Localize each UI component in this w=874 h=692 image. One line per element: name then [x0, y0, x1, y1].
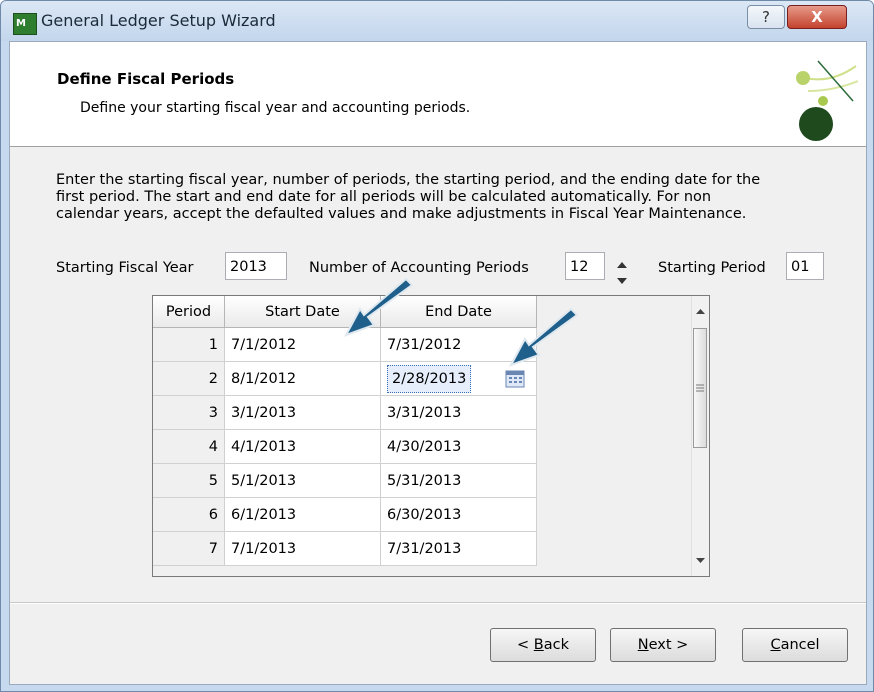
num-periods-input[interactable]: 12: [565, 252, 605, 280]
back-button[interactable]: < Back: [490, 628, 596, 662]
help-button[interactable]: ?: [747, 5, 785, 29]
period-cell: 6: [153, 498, 225, 532]
title-bar: M General Ledger Setup Wizard ? X: [1, 1, 873, 41]
wizard-body: Define Fiscal Periods Define your starti…: [9, 41, 867, 685]
start-date-cell: 4/1/2013: [225, 430, 381, 464]
end-date-cell[interactable]: 5/31/2013: [381, 464, 537, 498]
periods-grid: Period Start Date End Date 1 7/1/2012 7/…: [152, 295, 710, 577]
scrollbar-thumb[interactable]: [693, 328, 707, 448]
period-cell: 4: [153, 430, 225, 464]
next-button[interactable]: Next >: [610, 628, 716, 662]
end-date-cell-editing[interactable]: 2/28/2013: [381, 362, 537, 396]
start-date-cell: 8/1/2012: [225, 362, 381, 396]
start-date-cell: 6/1/2013: [225, 498, 381, 532]
cancel-button[interactable]: Cancel: [742, 628, 848, 662]
instructions-text: Enter the starting fiscal year, number o…: [56, 172, 846, 223]
annotation-arrow-icon: [343, 277, 414, 337]
close-button[interactable]: X: [787, 5, 847, 29]
annotation-arrow-icon: [508, 307, 579, 367]
instructions-line: Enter the starting fiscal year, number o…: [56, 172, 761, 188]
scroll-down-icon[interactable]: [692, 552, 709, 568]
period-cell: 1: [153, 328, 225, 362]
end-date-cell[interactable]: 4/30/2013: [381, 430, 537, 464]
page-subtitle: Define your starting fiscal year and acc…: [80, 100, 471, 116]
start-date-cell: 7/1/2013: [225, 532, 381, 566]
end-date-cell[interactable]: 6/30/2013: [381, 498, 537, 532]
grip-icon: [696, 384, 704, 392]
end-date-cell[interactable]: 3/31/2013: [381, 396, 537, 430]
column-header-period[interactable]: Period: [153, 296, 225, 328]
fiscal-year-label: Starting Fiscal Year: [56, 260, 194, 276]
start-date-cell: 5/1/2013: [225, 464, 381, 498]
calendar-icon[interactable]: [505, 370, 525, 388]
period-cell: 7: [153, 532, 225, 566]
page-title: Define Fiscal Periods: [57, 70, 235, 88]
num-periods-label: Number of Accounting Periods: [309, 260, 529, 276]
fiscal-year-input[interactable]: 2013: [225, 252, 287, 280]
starting-period-input[interactable]: 01: [786, 252, 824, 280]
app-icon: M: [13, 13, 37, 35]
instructions-line: first period. The start and end date for…: [56, 189, 712, 205]
period-cell: 2: [153, 362, 225, 396]
grid-scrollbar[interactable]: [691, 296, 709, 576]
wizard-header: Define Fiscal Periods Define your starti…: [10, 42, 866, 147]
num-periods-spinner[interactable]: [615, 258, 629, 288]
starting-period-label: Starting Period: [658, 260, 766, 276]
end-date-cell[interactable]: 7/31/2013: [381, 532, 537, 566]
leaf-logo-icon: [796, 60, 858, 141]
wizard-window: M General Ledger Setup Wizard ? X Define…: [0, 0, 874, 692]
instructions-line: calendar years, accept the defaulted val…: [56, 206, 747, 222]
period-cell: 5: [153, 464, 225, 498]
end-date-input[interactable]: 2/28/2013: [387, 365, 472, 393]
window-title: General Ledger Setup Wizard: [41, 11, 276, 30]
footer-divider: [10, 602, 866, 604]
scroll-up-icon[interactable]: [692, 304, 709, 320]
start-date-cell: 3/1/2013: [225, 396, 381, 430]
period-cell: 3: [153, 396, 225, 430]
